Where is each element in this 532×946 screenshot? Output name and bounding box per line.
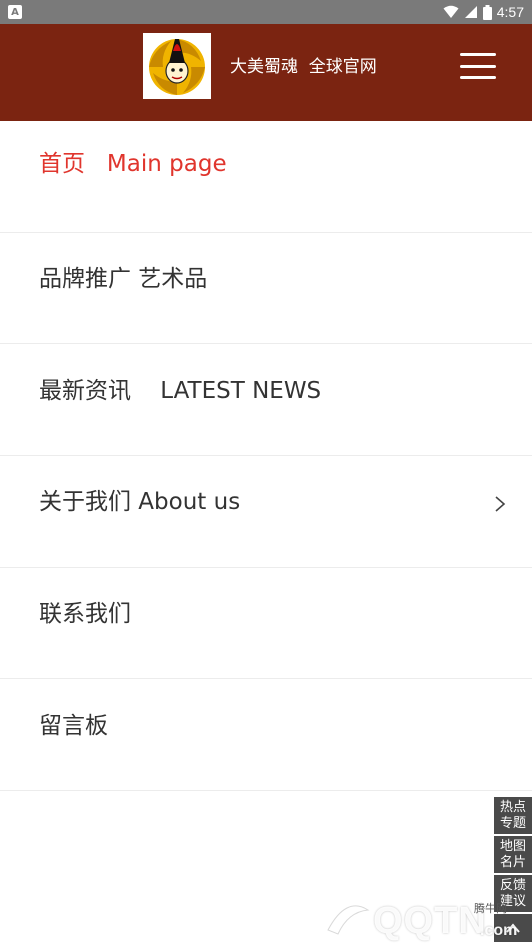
notification-icon: A <box>8 5 22 19</box>
nav-item-message-board[interactable]: 留言板 <box>0 679 532 792</box>
nav-item-label: 关于我们 About us <box>39 489 241 516</box>
menu-bar-icon <box>460 53 496 56</box>
nav-item-label: 最新资讯 LATEST NEWS <box>39 377 322 404</box>
nav-item-home[interactable]: 首页 Main page <box>0 121 532 233</box>
map-card-label: 地图名片 <box>499 838 526 870</box>
status-left: A <box>8 5 22 19</box>
nav-item-label: 品牌推广 艺术品 <box>39 266 208 293</box>
feedback-button[interactable]: 反馈建议 <box>494 875 532 912</box>
map-card-button[interactable]: 地图名片 <box>494 836 532 873</box>
feedback-label: 反馈建议 <box>499 877 526 909</box>
battery-icon <box>482 4 492 20</box>
nav-item-label: 联系我们 <box>39 601 131 628</box>
nav-menu: 首页 Main page 品牌推广 艺术品 最新资讯 LATEST NEWS 关… <box>0 121 532 792</box>
nav-item-contact[interactable]: 联系我们 <box>0 568 532 680</box>
clock: 4:57 <box>496 4 524 20</box>
watermark-logo-icon <box>327 905 370 935</box>
watermark-brand: QQTN <box>373 900 487 942</box>
floating-toolbar: 热点专题 地图名片 反馈建议 <box>494 797 532 942</box>
arrow-up-icon <box>506 923 520 933</box>
site-header: 大美蜀魂 全球官网 <box>0 24 532 121</box>
nav-item-brand-promotion[interactable]: 品牌推广 艺术品 <box>0 233 532 345</box>
nav-item-about-us[interactable]: 关于我们 About us <box>0 456 532 568</box>
status-bar: A 4:57 <box>0 0 532 24</box>
menu-button[interactable] <box>458 50 498 82</box>
nav-item-label: 留言板 <box>39 712 108 739</box>
nav-item-latest-news[interactable]: 最新资讯 LATEST NEWS <box>0 344 532 457</box>
brand-logo[interactable] <box>143 33 211 99</box>
menu-bar-icon <box>460 76 496 79</box>
cell-signal-icon <box>464 6 477 18</box>
chevron-right-icon[interactable] <box>494 495 506 513</box>
nav-item-label: 首页 Main page <box>39 151 227 178</box>
menu-bar-icon <box>460 64 496 68</box>
status-right: 4:57 <box>443 4 524 20</box>
hot-topics-label: 热点专题 <box>499 799 526 831</box>
wifi-icon <box>443 5 459 18</box>
hot-topics-button[interactable]: 热点专题 <box>494 797 532 834</box>
brand-title: 大美蜀魂 全球官网 <box>230 57 377 77</box>
back-to-top-button[interactable] <box>494 914 532 942</box>
logo-emblem-icon <box>149 39 205 95</box>
